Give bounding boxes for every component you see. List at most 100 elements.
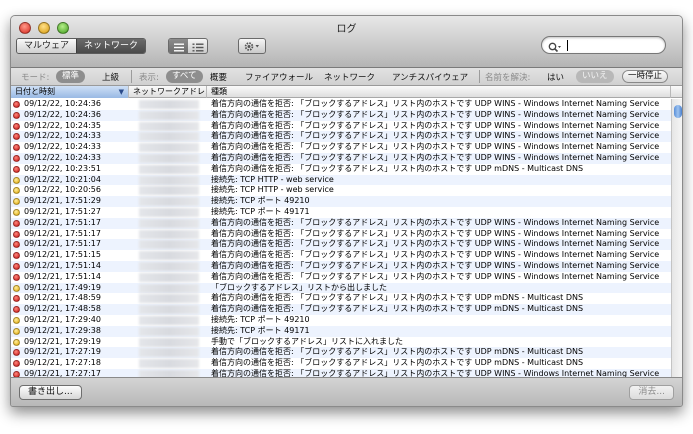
cell-type: 着信方向の通信を拒否: 「ブロックするアドレス」リスト内のホストです UDP W… bbox=[211, 99, 660, 108]
table-row[interactable]: 09/12/21, 17:29:38 接続先: TCP ポート 49171 bbox=[11, 325, 671, 337]
cell-datetime: 09/12/21, 17:51:27 bbox=[24, 206, 101, 216]
table-row[interactable]: 09/12/21, 17:48:59 着信方向の通信を拒否: 「ブロックするアドレ… bbox=[11, 293, 671, 304]
cell-type: 接続先: TCP ポート 49171 bbox=[211, 325, 310, 335]
cell-network-address-redacted bbox=[139, 229, 199, 239]
column-header-network-address[interactable]: ネットワークアドレス bbox=[129, 86, 207, 98]
show-network-button[interactable]: ネットワーク bbox=[324, 71, 375, 83]
column-header-type[interactable]: 種類 bbox=[207, 86, 671, 98]
table-row[interactable]: 09/12/21, 17:27:17 着信方向の通信を拒否: 「ブロックするアドレ… bbox=[11, 368, 671, 377]
table-row[interactable]: 09/12/21, 17:51:17 着信方向の通信を拒否: 「ブロックするアドレ… bbox=[11, 217, 671, 229]
show-label: 表示: bbox=[139, 73, 159, 83]
table-row[interactable]: 09/12/22, 10:24:36 着信方向の通信を拒否: 「ブロックするアドレ… bbox=[11, 109, 671, 121]
table-row[interactable]: 09/12/22, 10:24:33 着信方向の通信を拒否: 「ブロックするアドレ… bbox=[11, 152, 671, 164]
show-firewall-button[interactable]: ファイアウォール bbox=[245, 71, 313, 83]
pause-button[interactable]: 一時停止 bbox=[622, 70, 669, 83]
cell-network-address-redacted bbox=[139, 132, 199, 142]
cell-datetime: 09/12/22, 10:23:51 bbox=[24, 163, 101, 173]
cell-network-address-redacted bbox=[139, 153, 199, 163]
table-row[interactable]: 09/12/21, 17:29:40 接続先: TCP ポート 49210 bbox=[11, 315, 671, 326]
category-segmented-control: マルウェア ネットワーク bbox=[16, 38, 147, 54]
log-window: ログ マルウェア ネットワーク モード: 標準 上級 表示: すべて 概要 ファ… bbox=[10, 15, 683, 407]
cell-type: 着信方向の通信を拒否: 「ブロックするアドレス」リスト内のホストです UDP W… bbox=[211, 131, 660, 141]
cell-datetime: 09/12/22, 10:21:04 bbox=[24, 174, 101, 184]
filter-separator bbox=[479, 70, 480, 83]
cell-type: 「ブロックするアドレス」リストから出しました bbox=[211, 282, 387, 292]
info-status-icon bbox=[13, 198, 20, 206]
cell-type: 接続先: TCP ポート 49171 bbox=[211, 206, 310, 216]
info-status-icon bbox=[13, 327, 20, 335]
table-row[interactable]: 09/12/22, 10:24:36 着信方向の通信を拒否: 「ブロックするアドレ… bbox=[11, 99, 671, 110]
cell-datetime: 09/12/21, 17:51:15 bbox=[24, 250, 101, 260]
cell-datetime: 09/12/21, 17:27:18 bbox=[24, 358, 101, 368]
column-header-datetime[interactable]: 日付と時刻 ▼ bbox=[11, 86, 129, 98]
cell-network-address-redacted bbox=[139, 240, 199, 250]
table-row[interactable]: 09/12/21, 17:27:18 着信方向の通信を拒否: 「ブロックするアドレ… bbox=[11, 358, 671, 369]
cell-type: 着信方向の通信を拒否: 「ブロックするアドレス」リスト内のホストです UDP W… bbox=[211, 239, 660, 249]
vertical-scrollbar[interactable] bbox=[671, 99, 682, 377]
cell-network-address-redacted bbox=[139, 369, 199, 377]
info-status-icon bbox=[13, 187, 20, 195]
table-row[interactable]: 09/12/21, 17:27:19 着信方向の通信を拒否: 「ブロックするアドレ… bbox=[11, 347, 671, 359]
cell-datetime: 09/12/21, 17:51:14 bbox=[24, 260, 101, 270]
table-row[interactable]: 09/12/21, 17:51:14 着信方向の通信を拒否: 「ブロックするアドレ… bbox=[11, 272, 671, 283]
export-button[interactable]: 書き出し... bbox=[19, 385, 82, 400]
table-row[interactable]: 09/12/22, 10:24:33 着信方向の通信を拒否: 「ブロックするアドレ… bbox=[11, 142, 671, 153]
blocked-status-icon bbox=[13, 295, 20, 303]
cell-datetime: 09/12/21, 17:51:29 bbox=[24, 196, 101, 206]
table-row[interactable]: 09/12/21, 17:51:14 着信方向の通信を拒否: 「ブロックするアドレ… bbox=[11, 260, 671, 272]
mode-advanced-button[interactable]: 上級 bbox=[102, 71, 119, 83]
cell-type: 着信方向の通信を拒否: 「ブロックするアドレス」リスト内のホストです UDP W… bbox=[211, 120, 660, 130]
table-row[interactable]: 09/12/21, 17:51:15 着信方向の通信を拒否: 「ブロックするアドレ… bbox=[11, 250, 671, 261]
cell-datetime: 09/12/21, 17:29:40 bbox=[24, 314, 101, 324]
mode-standard-button[interactable]: 標準 bbox=[56, 70, 86, 83]
table-row[interactable]: 09/12/21, 17:51:17 着信方向の通信を拒否: 「ブロックするアドレ… bbox=[11, 229, 671, 240]
table-row[interactable]: 09/12/22, 10:23:51 着信方向の通信を拒否: 「ブロックするアドレ… bbox=[11, 164, 671, 175]
cell-network-address-redacted bbox=[139, 261, 199, 271]
table-row[interactable]: 09/12/21, 17:49:19 「ブロックするアドレス」リストから出しました bbox=[11, 282, 671, 294]
show-summary-button[interactable]: 概要 bbox=[210, 71, 227, 83]
table-row[interactable]: 09/12/22, 10:24:33 着信方向の通信を拒否: 「ブロックするアドレ… bbox=[11, 131, 671, 143]
cell-datetime: 09/12/21, 17:27:19 bbox=[24, 347, 101, 357]
resolve-yes-button[interactable]: はい bbox=[547, 71, 564, 83]
detail-view-button[interactable] bbox=[188, 39, 207, 53]
cell-datetime: 09/12/21, 17:51:14 bbox=[24, 271, 101, 281]
cell-network-address-redacted bbox=[139, 164, 199, 174]
table-row[interactable]: 09/12/21, 17:29:19 手動で「ブロックするアドレス」リストに入れま… bbox=[11, 337, 671, 348]
cell-datetime: 09/12/22, 10:24:33 bbox=[24, 131, 101, 141]
cell-network-address-redacted bbox=[139, 283, 199, 293]
action-menu-button[interactable] bbox=[238, 38, 266, 54]
table-row[interactable]: 09/12/21, 17:51:27 接続先: TCP ポート 49171 bbox=[11, 207, 671, 218]
segment-network[interactable]: ネットワーク bbox=[76, 39, 146, 53]
detail-list-icon bbox=[192, 39, 204, 53]
show-all-button[interactable]: すべて bbox=[166, 70, 203, 83]
cell-datetime: 09/12/22, 10:24:33 bbox=[24, 142, 101, 152]
table-row[interactable]: 09/12/21, 17:48:58 着信方向の通信を拒否: 「ブロックするアドレ… bbox=[11, 304, 671, 315]
cell-network-address-redacted bbox=[139, 315, 199, 325]
clear-button[interactable]: 消去... bbox=[629, 385, 674, 400]
blocked-status-icon bbox=[13, 273, 20, 281]
scrollbar-thumb[interactable] bbox=[674, 105, 682, 118]
cell-datetime: 09/12/22, 10:24:36 bbox=[24, 109, 101, 119]
cell-datetime: 09/12/21, 17:48:58 bbox=[24, 304, 101, 314]
segment-malware[interactable]: マルウェア bbox=[17, 39, 77, 53]
cell-network-address-redacted bbox=[139, 207, 199, 217]
search-field[interactable] bbox=[541, 36, 666, 54]
cell-network-address-redacted bbox=[139, 175, 199, 185]
table-row[interactable]: 09/12/22, 10:20:56 接続先: TCP HTTP - web se… bbox=[11, 185, 671, 196]
list-icon bbox=[173, 39, 185, 53]
table-row[interactable]: 09/12/22, 10:24:35 着信方向の通信を拒否: 「ブロックするアドレ… bbox=[11, 121, 671, 132]
table-row[interactable]: 09/12/22, 10:21:04 接続先: TCP HTTP - web se… bbox=[11, 174, 671, 186]
search-input[interactable] bbox=[564, 38, 660, 52]
resolve-no-button[interactable]: いいえ bbox=[576, 70, 614, 83]
cell-type: 手動で「ブロックするアドレス」リストに入れました bbox=[211, 336, 403, 346]
cell-type: 着信方向の通信を拒否: 「ブロックするアドレス」リスト内のホストです UDP m… bbox=[211, 304, 584, 314]
blocked-status-icon bbox=[13, 360, 20, 368]
list-view-button[interactable] bbox=[169, 39, 188, 53]
cell-type: 着信方向の通信を拒否: 「ブロックするアドレス」リスト内のホストです UDP W… bbox=[211, 368, 660, 377]
cell-type: 着信方向の通信を拒否: 「ブロックするアドレス」リスト内のホストです UDP W… bbox=[211, 217, 660, 227]
cell-network-address-redacted bbox=[139, 348, 199, 358]
table-row[interactable]: 09/12/21, 17:51:17 着信方向の通信を拒否: 「ブロックするアドレ… bbox=[11, 239, 671, 251]
cell-network-address-redacted bbox=[139, 294, 199, 304]
table-row[interactable]: 09/12/21, 17:51:29 接続先: TCP ポート 49210 bbox=[11, 196, 671, 207]
show-antispyware-button[interactable]: アンチスパイウェア bbox=[392, 71, 468, 83]
